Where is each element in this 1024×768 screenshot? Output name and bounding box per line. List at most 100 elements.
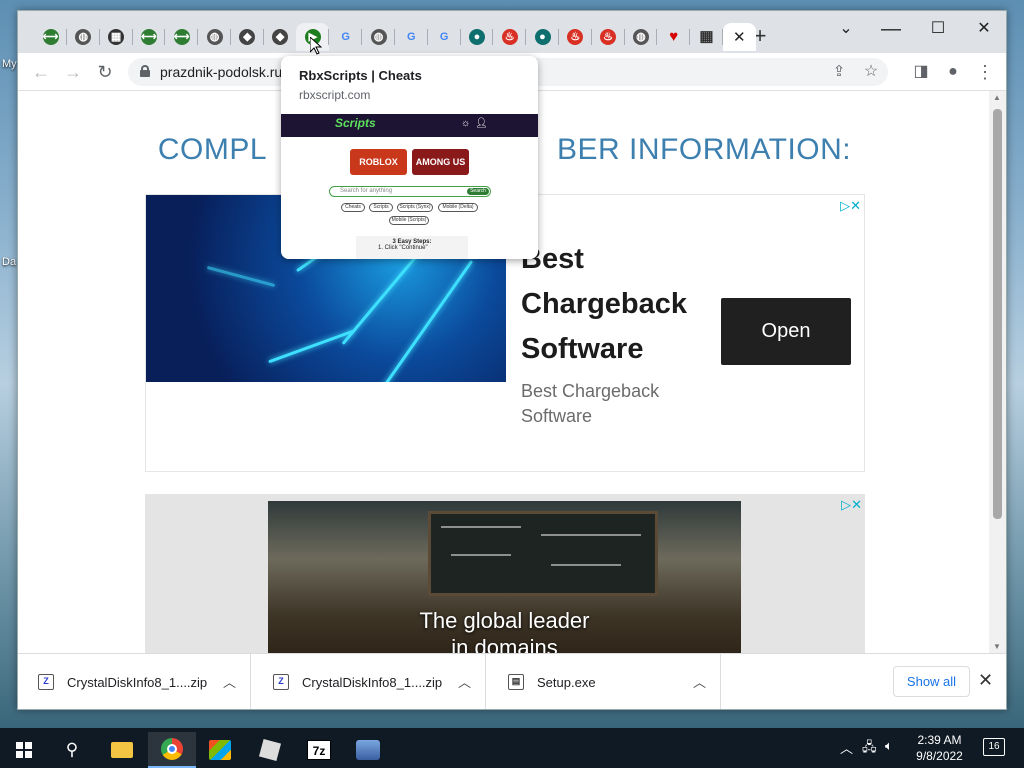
download-filename[interactable]: CrystalDiskInfo8_1....zip	[67, 675, 207, 690]
download-filename[interactable]: CrystalDiskInfo8_1....zip	[302, 675, 442, 690]
zip-file-icon: Z	[273, 674, 289, 690]
scroll-down-icon[interactable]: ▼	[993, 642, 1001, 651]
roblox-icon[interactable]	[246, 732, 294, 768]
rbxscripts-logo: Scripts	[335, 116, 376, 130]
microsoft-store-icon[interactable]	[196, 732, 244, 768]
preview-search: Search for anything Search	[329, 186, 491, 197]
preview-chip: Mobile (Delta)	[438, 203, 478, 212]
browser-tab[interactable]: G	[428, 23, 461, 51]
browser-tab[interactable]: ♨	[592, 23, 625, 51]
chalkboard-image	[428, 511, 658, 596]
browser-tab[interactable]: ◍	[198, 23, 231, 51]
notifications-icon[interactable]: 16	[983, 738, 1005, 756]
chevron-up-icon[interactable]: ︿	[458, 672, 471, 691]
browser-tab[interactable]: ●	[460, 23, 494, 51]
table-grid-icon: ▦	[699, 28, 714, 45]
profile-icon[interactable]: ●	[940, 59, 966, 85]
desktop-icon-label[interactable]: My	[2, 58, 17, 70]
taskbar: ⚲ 7z ︿ 🖧︎ 🔈︎ 2:39 AM 9/8/2022 16	[0, 728, 1024, 768]
globe-icon: ◍	[206, 29, 223, 45]
7zip-icon[interactable]: 7z	[295, 732, 343, 768]
google-icon: G	[407, 31, 416, 43]
ad-photo[interactable]: The global leader in domains	[268, 501, 741, 653]
menu-dots-icon[interactable]: ⋮	[972, 59, 998, 85]
desktop-icon-label[interactable]: Da	[2, 256, 16, 268]
chevron-up-icon[interactable]: ︿	[223, 672, 236, 691]
chevron-up-icon[interactable]: ︿	[840, 738, 853, 757]
ad-headline[interactable]: The global leader in domains	[268, 607, 741, 653]
google-icon: G	[439, 31, 449, 43]
browser-tab[interactable]: G	[395, 23, 428, 51]
globe-icon: ◍	[370, 29, 387, 45]
download-item[interactable]: Z CrystalDiskInfo8_1....zip ︿	[18, 654, 251, 709]
download-item[interactable]: ▤ Setup.exe ︿	[488, 654, 721, 709]
lock-icon[interactable]	[140, 65, 150, 77]
roblox-icon: ◆	[272, 29, 289, 45]
side-panel-icon[interactable]: ◨	[908, 59, 934, 85]
browser-tab[interactable]: ◍	[624, 23, 658, 51]
ad-open-button[interactable]: Open	[721, 298, 851, 365]
heading-left-text: COMPL	[157, 133, 268, 166]
forward-button[interactable]: →	[60, 59, 86, 85]
reload-button[interactable]: ↻	[92, 59, 118, 85]
ad-choices-icon[interactable]: ▷✕	[840, 198, 861, 214]
maximize-button[interactable]: ☐	[915, 15, 961, 43]
browser-tab[interactable]: ⟷	[165, 23, 199, 51]
download-filename[interactable]: Setup.exe	[537, 675, 596, 690]
search-icon[interactable]: ⚲	[48, 732, 96, 768]
browser-tab[interactable]: ♨	[559, 23, 592, 51]
settings-icon: ☼	[461, 118, 471, 129]
network-icon[interactable]: 🖧︎	[862, 738, 877, 760]
page-scrollbar[interactable]: ▲ ▼	[989, 91, 1006, 653]
browser-tab[interactable]: ▦	[100, 23, 133, 51]
exe-file-icon: ▤	[508, 674, 524, 690]
download-item[interactable]: Z CrystalDiskInfo8_1....zip ︿	[253, 654, 486, 709]
browser-tab[interactable]: ◍	[362, 23, 395, 51]
downloads-bar: Z CrystalDiskInfo8_1....zip ︿ Z CrystalD…	[18, 653, 1006, 709]
domains-ad[interactable]: The global leader in domains ▷✕	[145, 494, 865, 653]
preview-chip: Scripts (Synx)	[397, 203, 433, 212]
share-icon[interactable]: ⇪	[826, 59, 852, 85]
browser-tab[interactable]: ◍	[67, 23, 100, 51]
browser-tab[interactable]: ◆	[231, 23, 264, 51]
browser-tab[interactable]: ⟷	[132, 23, 166, 51]
browser-tab[interactable]: ♥	[657, 23, 691, 51]
windows-start-icon[interactable]	[0, 732, 48, 768]
close-icon[interactable]: ✕	[733, 28, 746, 46]
link-green-icon: ⟷	[140, 29, 157, 45]
volume-icon[interactable]: 🔈︎	[885, 738, 893, 754]
preview-chip: Cheats	[341, 203, 365, 212]
tab-search-button[interactable]: ⌄	[823, 15, 869, 43]
ad-choices-icon[interactable]: ▷✕	[841, 497, 862, 513]
preview-steps: 3 Easy Steps: 1. Click "Continue"	[356, 236, 468, 259]
back-button[interactable]: ←	[28, 59, 54, 85]
app-icon[interactable]	[344, 732, 392, 768]
file-explorer-icon[interactable]	[98, 732, 146, 768]
scroll-thumb[interactable]	[993, 109, 1002, 519]
bookmark-star-icon[interactable]: ☆	[858, 59, 884, 85]
close-window-button[interactable]: ✕	[961, 15, 1006, 43]
show-all-button[interactable]: Show all	[893, 666, 970, 697]
browser-tab[interactable]: ⟷	[34, 23, 67, 51]
url-text[interactable]: prazdnik-podolsk.ru	[160, 64, 282, 80]
teal-circle-icon: ●	[468, 29, 485, 45]
hover-card-domain: rbxscript.com	[299, 88, 371, 102]
browser-tab[interactable]: ▦	[690, 23, 723, 51]
chevron-up-icon[interactable]: ︿	[693, 672, 706, 691]
browser-tab[interactable]: ●	[526, 23, 559, 51]
ad-subtitle[interactable]: Best Chargeback Software	[521, 379, 691, 429]
browser-tab[interactable]: ◆	[264, 23, 297, 51]
ad-title[interactable]: Best Chargeback Software	[521, 237, 711, 372]
teal-circle-icon: ●	[534, 29, 551, 45]
scroll-up-icon[interactable]: ▲	[993, 93, 1001, 102]
chrome-icon[interactable]	[148, 732, 196, 768]
minimize-button[interactable]: —	[868, 15, 914, 43]
close-downloads-icon[interactable]: ✕	[978, 670, 993, 691]
hover-card-preview: Scripts ☼ 👤︎ ROBLOX AMONG US Search for …	[281, 114, 538, 259]
browser-tab[interactable]: G	[329, 23, 363, 51]
system-clock[interactable]: 2:39 AM 9/8/2022	[912, 732, 967, 764]
roblox-game-tile: ROBLOX	[350, 149, 407, 175]
browser-tab[interactable]: ♨	[493, 23, 527, 51]
tab-hover-card: RbxScripts | Cheats rbxscript.com Script…	[281, 56, 538, 259]
active-tab-close-button[interactable]: ✕	[722, 23, 756, 51]
